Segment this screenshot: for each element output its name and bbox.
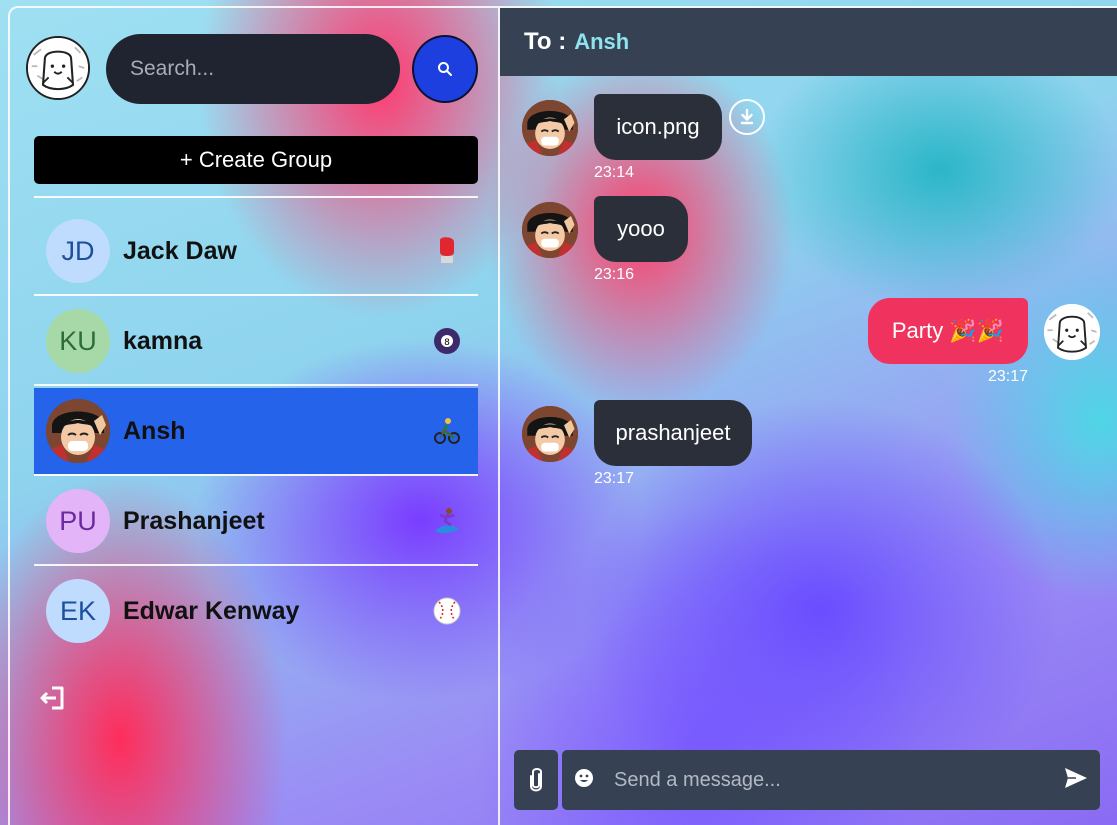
contact-kamna[interactable]: KU kamna 8	[34, 298, 478, 384]
attach-button[interactable]	[514, 750, 558, 810]
contact-ansh[interactable]: Ansh	[34, 388, 478, 474]
search-input[interactable]	[128, 56, 378, 82]
download-button[interactable]	[729, 99, 765, 135]
sender-avatar	[522, 100, 578, 156]
contact-name: Ansh	[123, 416, 186, 445]
my-avatar	[1044, 304, 1100, 360]
create-group-button[interactable]: + Create Group	[34, 136, 478, 184]
avatar: PU	[46, 489, 110, 553]
logout-button[interactable]	[38, 682, 70, 714]
message-time: 23:16	[594, 266, 635, 283]
message-time: 23:14	[594, 164, 635, 181]
message-time: 23:17	[594, 470, 635, 487]
avatar	[46, 399, 110, 463]
emoji-icon[interactable]	[574, 768, 594, 793]
message-bubble[interactable]: icon.png	[594, 94, 722, 160]
message-bubble[interactable]: Party 🎉🎉	[868, 298, 1028, 364]
search-field	[106, 34, 400, 104]
avatar: KU	[46, 309, 110, 373]
message-input[interactable]	[612, 767, 1064, 793]
boxing-glove-icon	[432, 236, 462, 266]
chat-app: + Create Group JD Jack Daw KU kamna 8	[8, 6, 1117, 825]
sidebar: + Create Group JD Jack Daw KU kamna 8	[10, 8, 500, 825]
cyclist-icon	[432, 416, 462, 446]
contact-edwar-kenway[interactable]: EK Edwar Kenway	[34, 568, 478, 654]
contact-prashanjeet[interactable]: PU Prashanjeet	[34, 478, 478, 564]
avatar: EK	[46, 579, 110, 643]
contact-name: Jack Daw	[123, 236, 237, 265]
billiard-ball-icon: 8	[432, 326, 462, 356]
divider	[34, 384, 478, 386]
contact-name: Edwar Kenway	[123, 596, 300, 625]
download-icon	[740, 108, 754, 125]
message-bubble[interactable]: prashanjeet	[594, 400, 752, 466]
to-label: To :	[524, 28, 567, 55]
svg-text:8: 8	[444, 338, 450, 348]
send-icon[interactable]	[1064, 767, 1088, 794]
search-button[interactable]	[412, 35, 478, 103]
chat-panel: To : Ansh icon.png 23:14 yooo 23:16 Part…	[500, 8, 1117, 825]
baseball-icon	[432, 596, 462, 626]
divider	[34, 294, 478, 296]
divider	[34, 564, 478, 566]
paperclip-icon	[530, 768, 542, 792]
sender-avatar	[522, 406, 578, 462]
contact-jack-daw[interactable]: JD Jack Daw	[34, 208, 478, 294]
recipient-name[interactable]: Ansh	[574, 29, 629, 55]
sender-avatar	[522, 202, 578, 258]
divider	[34, 196, 478, 198]
message-time: 23:17	[988, 368, 1029, 385]
surfer-icon	[432, 506, 462, 536]
avatar: JD	[46, 219, 110, 283]
message-bubble[interactable]: yooo	[594, 196, 688, 262]
logout-icon	[40, 686, 64, 710]
message-composer	[562, 750, 1100, 810]
divider	[34, 474, 478, 476]
my-avatar[interactable]	[26, 36, 90, 100]
chat-header: To : Ansh	[500, 8, 1117, 76]
contact-name: kamna	[123, 326, 203, 355]
search-icon	[438, 62, 452, 76]
contact-name: Prashanjeet	[123, 506, 265, 535]
